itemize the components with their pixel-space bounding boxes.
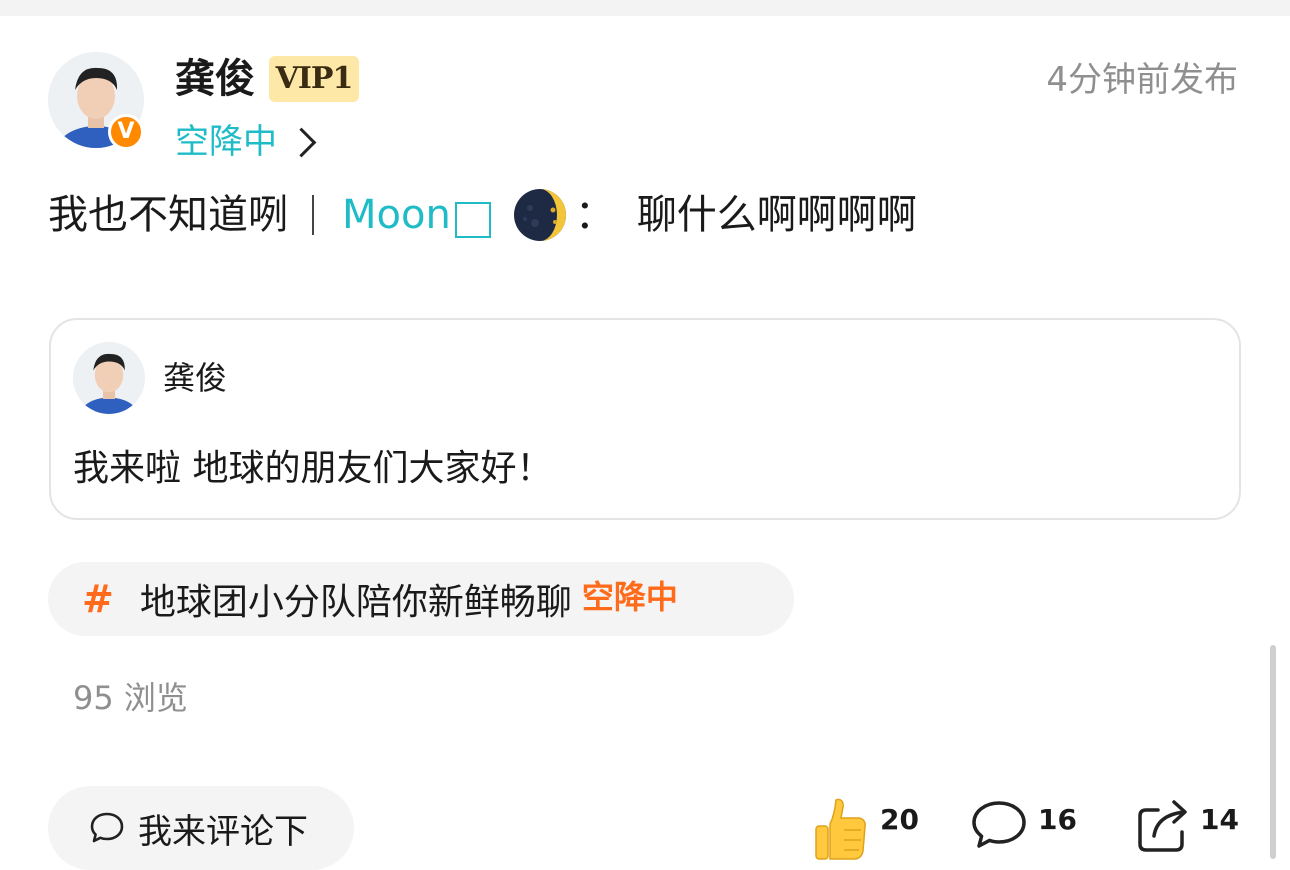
author-name[interactable]: 龚俊 bbox=[175, 54, 255, 104]
verified-badge-icon: V bbox=[108, 114, 144, 150]
hashtag-icon: # bbox=[82, 577, 114, 621]
speech-bubble-icon bbox=[972, 801, 1026, 848]
post-text-main: 我也不知道咧 bbox=[48, 192, 288, 238]
thumbs-up-icon bbox=[815, 798, 866, 860]
like-button[interactable]: 20 bbox=[814, 796, 919, 860]
share-button[interactable]: 14 bbox=[1136, 796, 1239, 860]
post-time: 4分钟前发布 bbox=[1046, 60, 1238, 100]
share-icon bbox=[1138, 800, 1187, 852]
topic-pill[interactable]: # 地球团小分队陪你新鲜畅聊 空降中 bbox=[48, 562, 794, 636]
quote-text: 我来啦 地球的朋友们大家好！ bbox=[73, 448, 553, 489]
missing-glyph-box bbox=[454, 202, 491, 238]
reply-colon: ： bbox=[574, 192, 615, 238]
comment-bubble-icon bbox=[90, 812, 124, 843]
view-count: 95 浏览 bbox=[73, 679, 188, 717]
mention-link[interactable]: Moon bbox=[342, 188, 451, 242]
quote-avatar[interactable] bbox=[73, 342, 145, 414]
comment-count: 16 bbox=[1038, 803, 1077, 836]
comment-button[interactable]: 16 bbox=[970, 796, 1077, 860]
quote-author-name[interactable]: 龚俊 bbox=[163, 356, 227, 400]
text-divider bbox=[312, 195, 314, 235]
comment-placeholder: 我来评论下 bbox=[138, 811, 308, 852]
comment-input[interactable]: 我来评论下 bbox=[48, 786, 354, 870]
share-count: 14 bbox=[1200, 803, 1239, 836]
topic-text: 地球团小分队陪你新鲜畅聊 bbox=[139, 582, 572, 623]
like-count: 20 bbox=[880, 803, 919, 836]
scrollbar[interactable] bbox=[1270, 645, 1276, 859]
topic-tag: 空降中 bbox=[581, 578, 678, 616]
quoted-post-card[interactable]: 龚俊 我来啦 地球的朋友们大家好！ bbox=[49, 318, 1241, 520]
status-text: 空降中 bbox=[175, 122, 277, 162]
waning-crescent-moon-icon bbox=[513, 188, 567, 242]
top-strip bbox=[0, 0, 1290, 16]
post-text-reply: 聊什么啊啊啊啊 bbox=[636, 192, 917, 238]
chevron-right-icon bbox=[286, 127, 317, 157]
status-link[interactable]: 空降中 bbox=[175, 120, 317, 164]
post-text: 我也不知道咧 Moon ： 聊什么啊啊啊啊 bbox=[48, 188, 917, 242]
vip-badge: VIP1 bbox=[269, 56, 359, 102]
